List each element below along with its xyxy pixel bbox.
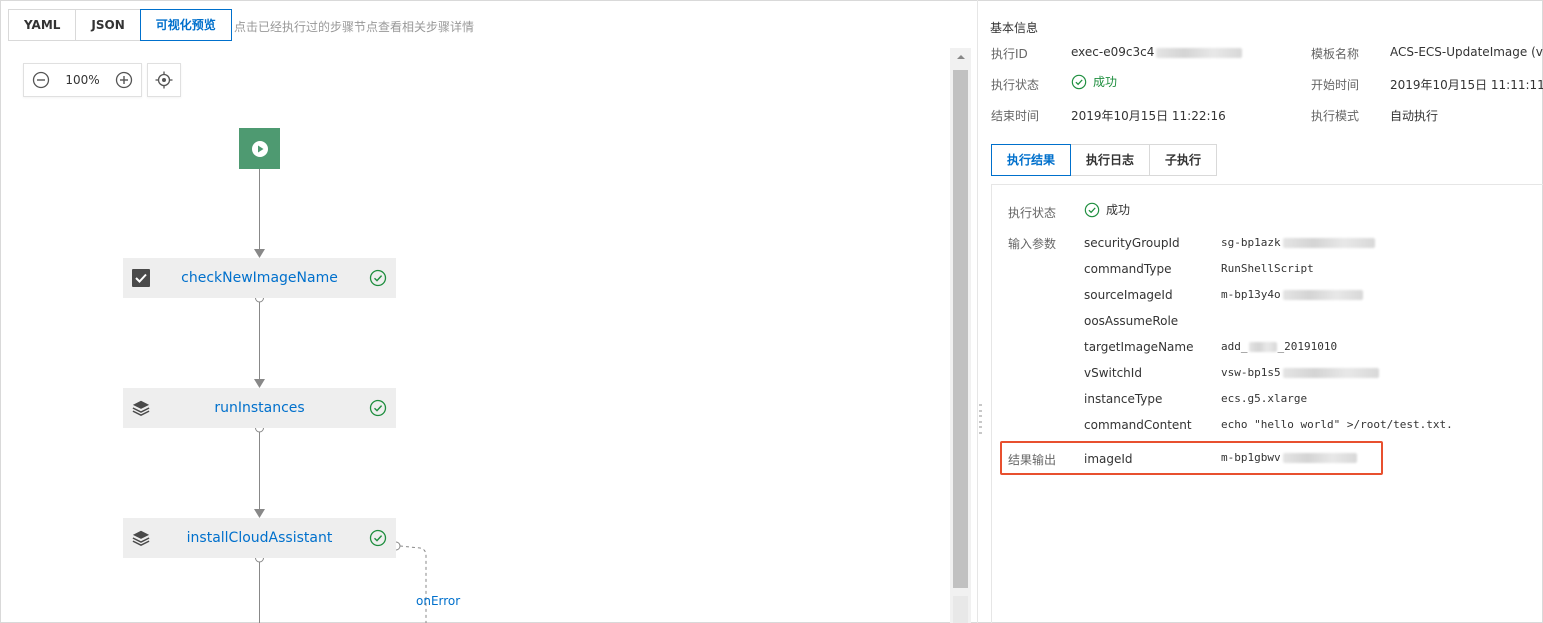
status-value: 成功	[1071, 73, 1117, 90]
scrollbar-thumb[interactable]	[953, 70, 968, 588]
step-node-checkNewImageName[interactable]: checkNewImageName	[123, 258, 396, 298]
param-key: vSwitchId	[1084, 366, 1142, 380]
execution-detail-panel: 基本信息 执行ID exec-e09c3c4 模板名称 ACS-ECS-Upda…	[990, 0, 1543, 623]
connector-on-error	[399, 545, 427, 623]
layers-icon	[132, 529, 150, 547]
result-tabs: 执行结果 执行日志 子执行	[991, 144, 1218, 176]
success-check-icon	[1084, 202, 1100, 217]
param-value: echo "hello world" >/root/test.txt.	[1221, 418, 1453, 431]
param-key: targetImageName	[1084, 340, 1194, 354]
end-time-label: 结束时间	[991, 109, 1040, 123]
minus-circle-icon	[32, 71, 50, 89]
canvas-scrollbar[interactable]	[950, 48, 971, 623]
param-key: commandContent	[1084, 418, 1192, 432]
locate-target-icon	[155, 71, 173, 89]
param-value: ecs.g5.xlarge	[1221, 392, 1308, 405]
output-label: 结果输出	[1008, 453, 1057, 467]
exec-id-label: 执行ID	[991, 47, 1028, 61]
scroll-up-arrow-icon[interactable]	[950, 52, 971, 66]
param-value: m-bp13y4o	[1221, 288, 1363, 301]
start-node[interactable]	[239, 128, 280, 169]
status-label: 执行状态	[991, 78, 1040, 92]
step-node-label: installCloudAssistant	[186, 530, 333, 546]
input-params-label: 输入参数	[1008, 237, 1057, 251]
canvas-hint-text: 点击已经执行过的步骤节点查看相关步骤详情	[234, 20, 475, 34]
zoom-in-button[interactable]	[115, 71, 133, 89]
tab-yaml[interactable]: YAML	[8, 9, 77, 41]
success-check-icon	[1071, 74, 1087, 89]
param-value: add_ _20191010	[1221, 340, 1338, 353]
param-key: sourceImageId	[1084, 288, 1173, 302]
step-node-runInstances[interactable]: runInstances	[123, 388, 396, 428]
zoom-out-button[interactable]	[32, 71, 50, 89]
param-value: sg-bp1azk	[1221, 236, 1375, 249]
result-status-label: 执行状态	[1008, 206, 1057, 220]
tab-execution-log[interactable]: 执行日志	[1070, 144, 1151, 176]
template-label: 模板名称	[1311, 47, 1360, 61]
panel-divider	[977, 0, 978, 623]
zoom-toolbar: 100%	[23, 63, 142, 97]
step-node-label: runInstances	[214, 400, 305, 416]
scrollbar-track	[953, 596, 968, 623]
start-time-value: 2019年10月15日 11:11:11	[1390, 78, 1543, 92]
success-check-icon	[369, 399, 387, 417]
tab-visual-preview[interactable]: 可视化预览	[139, 9, 232, 41]
end-time-value: 2019年10月15日 11:22:16	[1071, 109, 1226, 123]
param-key: instanceType	[1084, 392, 1163, 406]
result-status-value: 成功	[1084, 201, 1130, 218]
mode-value: 自动执行	[1390, 109, 1439, 123]
view-mode-tabs: YAML JSON 可视化预览	[8, 9, 232, 41]
plus-circle-icon	[115, 71, 133, 89]
zoom-level: 100%	[65, 73, 100, 87]
recenter-button[interactable]	[147, 63, 181, 97]
param-value: vsw-bp1s5	[1221, 366, 1379, 379]
start-time-label: 开始时间	[1311, 78, 1360, 92]
step-node-label: checkNewImageName	[181, 270, 338, 286]
param-value: RunShellScript	[1221, 262, 1314, 275]
output-value: m-bp1gbwv	[1221, 451, 1357, 464]
tab-json[interactable]: JSON	[75, 9, 141, 41]
on-error-label: onError	[416, 594, 461, 608]
arrow-head-icon	[254, 379, 265, 388]
play-icon	[251, 140, 268, 157]
tab-child-execution[interactable]: 子执行	[1149, 144, 1218, 176]
param-key: oosAssumeRole	[1084, 314, 1179, 328]
param-key: commandType	[1084, 262, 1172, 276]
success-check-icon	[369, 529, 387, 547]
success-check-icon	[369, 269, 387, 287]
template-value: ACS-ECS-UpdateImage (v7)	[1390, 45, 1543, 59]
arrow-head-icon	[254, 249, 265, 258]
output-key: imageId	[1084, 452, 1133, 466]
checkbox-icon	[132, 269, 150, 287]
exec-id-value: exec-e09c3c4	[1071, 45, 1243, 59]
resize-handle-icon[interactable]	[979, 404, 983, 434]
mode-label: 执行模式	[1311, 109, 1360, 123]
param-key: securityGroupId	[1084, 236, 1180, 250]
step-node-installCloudAssistant[interactable]: installCloudAssistant	[123, 518, 396, 558]
flow-canvas[interactable]: checkNewImageName runInstances installCl…	[0, 0, 950, 623]
basic-info-title: 基本信息	[990, 21, 1039, 35]
result-content: 执行状态 成功 输入参数 securityGroupId sg-bp1azk c…	[991, 184, 1543, 623]
arrow-head-icon	[254, 509, 265, 518]
tab-execution-result[interactable]: 执行结果	[991, 144, 1072, 176]
layers-icon	[132, 399, 150, 417]
